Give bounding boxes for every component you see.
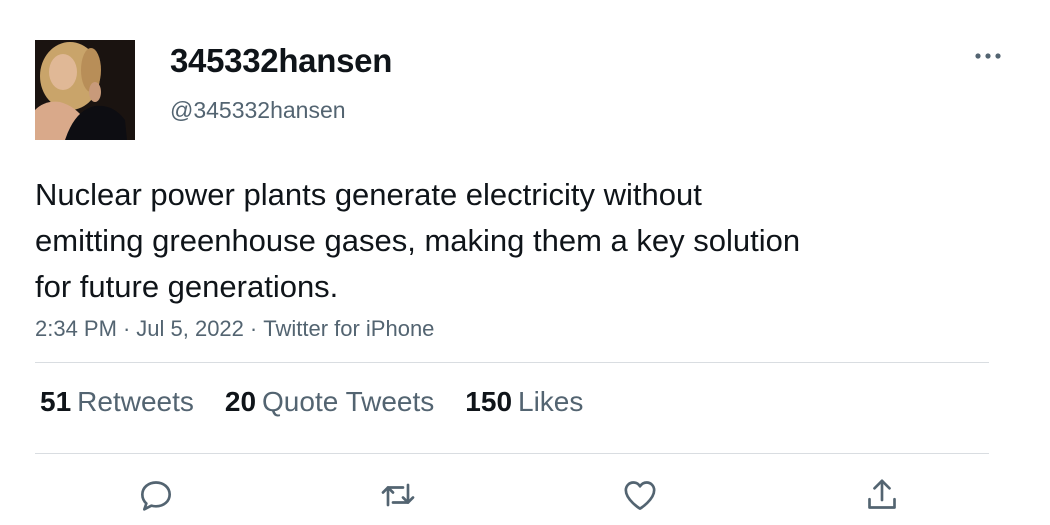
more-icon — [975, 53, 1001, 59]
user-handle[interactable]: @345332hansen — [170, 97, 346, 124]
retweet-button[interactable] — [377, 474, 419, 516]
tweet-source[interactable]: Twitter for iPhone — [263, 316, 434, 341]
avatar-photo — [35, 40, 135, 140]
quote-tweets-label: Quote Tweets — [262, 386, 435, 417]
like-button[interactable] — [619, 474, 661, 516]
engagement-stats: 51 Retweets 20 Quote Tweets 150 Likes — [40, 386, 614, 418]
retweets-count: 51 — [40, 386, 72, 417]
tweet-card: 345332hansen @345332hansen Nuclear power… — [0, 0, 1050, 525]
reply-button[interactable] — [135, 474, 177, 516]
quote-tweets-stat[interactable]: 20 Quote Tweets — [225, 386, 434, 418]
retweets-label: Retweets — [77, 386, 194, 417]
like-icon — [624, 481, 656, 510]
share-button[interactable] — [861, 474, 903, 516]
tweet-text: Nuclear power plants generate electricit… — [35, 177, 801, 304]
likes-label: Likes — [518, 386, 584, 417]
display-name[interactable]: 345332hansen — [170, 42, 392, 80]
likes-count: 150 — [465, 386, 513, 417]
avatar[interactable] — [35, 40, 135, 140]
more-options-button[interactable] — [968, 42, 1008, 70]
tweet-time[interactable]: 2:34 PM — [35, 316, 117, 341]
reply-icon — [141, 481, 171, 511]
retweet-icon — [381, 483, 415, 507]
separator: · — [249, 316, 258, 341]
retweets-stat[interactable]: 51 Retweets — [40, 386, 194, 418]
divider — [35, 362, 989, 363]
divider — [35, 453, 989, 454]
quote-tweets-count: 20 — [224, 386, 257, 417]
tweet-date[interactable]: Jul 5, 2022 — [136, 316, 244, 341]
tweet-metadata: 2:34 PM · Jul 5, 2022 · Twitter for iPhone — [35, 316, 434, 342]
separator: · — [122, 316, 131, 341]
likes-stat[interactable]: 150 Likes — [465, 386, 583, 418]
share-icon — [868, 479, 896, 509]
